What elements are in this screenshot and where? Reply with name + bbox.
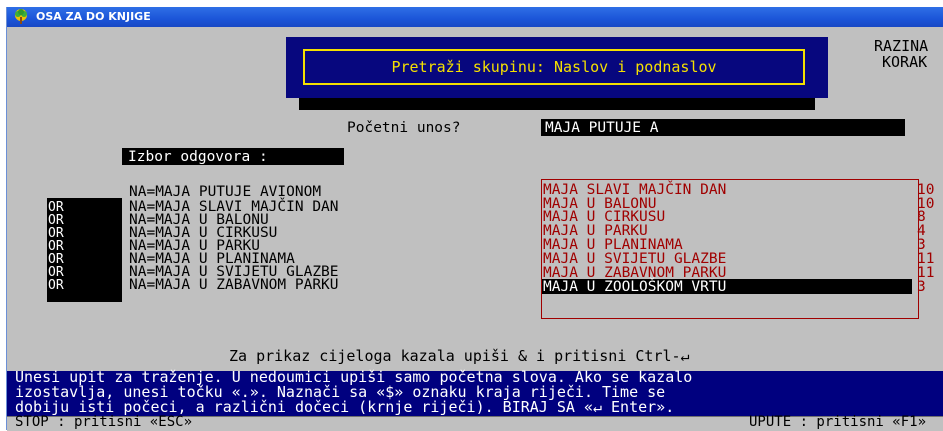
app-window: OSA ZA DO KNJIGE Pretraži skupinu: Naslo… xyxy=(6,7,943,431)
stop-hint[interactable]: STOP : pritisni «ESC» xyxy=(15,415,192,430)
search-input-value: MAJA PUTUJE A xyxy=(545,120,659,136)
choice-heading: Izbor odgovora : xyxy=(128,149,268,165)
index-hint: Za prikaz cijeloga kazala upiši & i prit… xyxy=(229,347,690,365)
screen: OSA ZA DO KNJIGE Pretraži skupinu: Naslo… xyxy=(0,0,943,431)
term-item[interactable]: NA=MAJA PUTUJE AVIONOM xyxy=(129,185,321,200)
header-title: Pretraži skupinu: Naslov i podnaslov xyxy=(303,49,805,85)
term-item[interactable]: NA=MAJA U ZABAVNOM PARKU xyxy=(129,278,339,293)
input-label: Početni unos? xyxy=(347,120,461,136)
step-label: KORAK xyxy=(882,53,928,71)
result-title-selected[interactable]: MAJA U ZOOLOŠKOM VRTU xyxy=(543,280,726,295)
title-bar: OSA ZA DO KNJIGE xyxy=(7,7,943,27)
tree-logo-icon xyxy=(15,9,27,24)
window-title: OSA ZA DO KNJIGE xyxy=(36,10,151,23)
or-label: OR xyxy=(48,278,64,293)
result-count: 3 xyxy=(917,279,926,295)
help-line-3: dobiju isti počeci, a različni dočeci (k… xyxy=(15,398,675,416)
help-hint[interactable]: UPUTE : pritisni «F1» xyxy=(749,415,926,430)
